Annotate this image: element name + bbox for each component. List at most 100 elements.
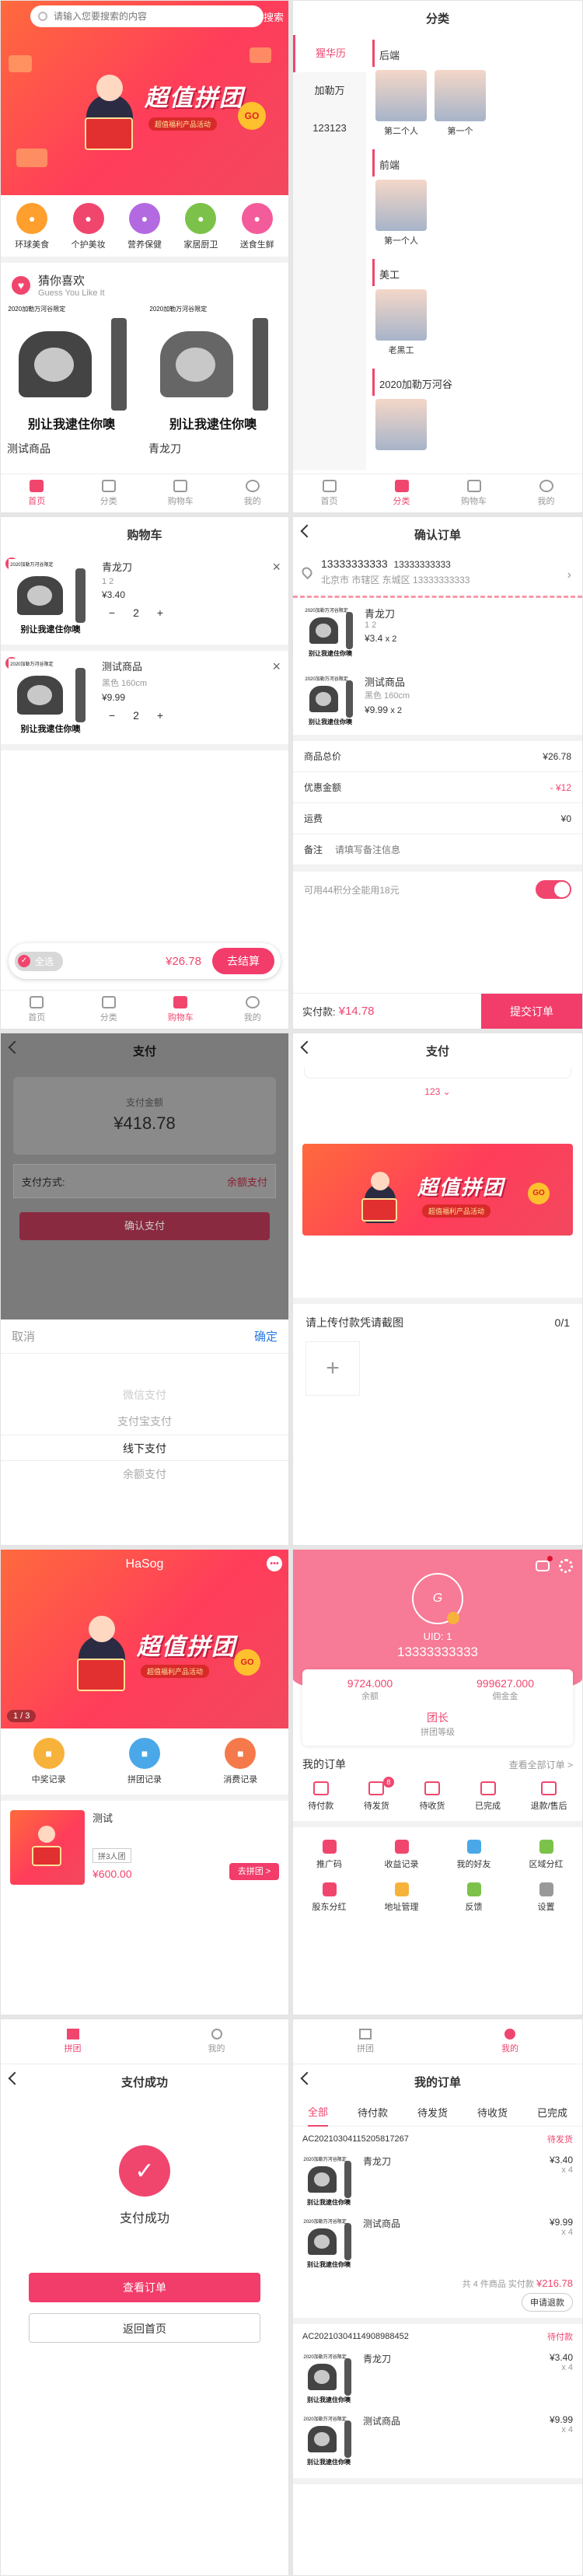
back-arrow-icon[interactable] [8,2071,22,2085]
tab-mine[interactable]: 我的 [145,2019,288,2064]
close-icon[interactable]: × [272,659,281,736]
close-icon[interactable]: × [272,559,281,637]
remark-input[interactable] [335,844,456,855]
tool-item[interactable]: 收益记录 [365,1833,438,1876]
category-shortcut[interactable]: ● 环球美食 [15,203,49,250]
tab-cart[interactable]: 购物车 [438,474,510,512]
subcategory-item[interactable]: 第一个人 [375,180,427,246]
tab-home[interactable]: 首页 [293,474,365,512]
quantity-stepper[interactable]: −2 + [102,709,272,722]
product-card[interactable]: 2020加勒万河谷限定 别让我逮住你噢 青龙刀 [147,302,279,463]
collapsed-field [304,1068,571,1078]
tab-category[interactable]: 分类 [365,474,438,512]
order-card[interactable]: AC20210304115205817267 待发货 2020加勒万河谷限定 别让我逮… [293,2127,582,2324]
tab-mine[interactable]: 我的 [217,991,289,1029]
search-button[interactable]: 搜索 [264,9,284,24]
tool-item[interactable]: 我的好友 [438,1833,510,1876]
group-link[interactable]: ■ 中奖记录 [32,1738,66,1785]
order-tab[interactable]: 待付款 [358,2099,388,2126]
tool-item[interactable]: 地址管理 [365,1876,438,1919]
tab-group[interactable]: 拼团 [293,2019,438,2064]
submit-order-button[interactable]: 提交订单 [481,994,582,1029]
category-shortcut[interactable]: ● 个护美妆 [72,203,106,250]
quantity-value[interactable]: 2 [122,606,150,619]
left-menu-item[interactable]: 123123 [293,110,366,147]
order-tab[interactable]: 待发货 [417,2099,448,2126]
picker-ok-button[interactable]: 确定 [254,1328,278,1344]
back-arrow-icon[interactable] [8,1040,22,1054]
group-link[interactable]: ■ 消费记录 [223,1738,257,1785]
value-dropdown[interactable]: 123 ⌄ [293,1086,582,1097]
order-status-item[interactable]: 退款/售后 [531,1781,567,1812]
search-bar[interactable] [30,5,264,27]
back-arrow-icon[interactable] [300,2071,314,2085]
upload-plus-button[interactable]: + [305,1341,360,1396]
group-link[interactable]: ■ 拼团记录 [127,1738,162,1785]
picker-option-selected[interactable]: 线下支付 [1,1435,288,1461]
points-toggle[interactable] [536,880,571,899]
category-shortcut[interactable]: ● 营养保健 [127,203,162,250]
left-menu-item[interactable]: 加勒万 [293,72,366,110]
minus-button[interactable]: − [102,709,122,722]
category-shortcut[interactable]: ● 送食生鲜 [240,203,274,250]
search-input[interactable] [54,11,225,22]
tab-mine[interactable]: 我的 [217,474,289,512]
tool-item[interactable]: 股东分红 [293,1876,365,1919]
quantity-value[interactable]: 2 [122,709,150,722]
refund-button[interactable]: 申请退款 [522,2293,573,2312]
order-tab[interactable]: 已完成 [537,2099,567,2126]
order-status-item[interactable]: 待收货 [419,1781,445,1812]
tab-cart[interactable]: 购物车 [145,991,217,1029]
tab-group[interactable]: 拼团 [1,2019,145,2064]
tab-cart[interactable]: 购物车 [145,474,217,512]
tool-item[interactable]: 推广码 [293,1833,365,1876]
tab-category[interactable]: 分类 [73,991,145,1029]
picker-cancel-button[interactable]: 取消 [12,1328,35,1344]
group-product[interactable]: 测试 拼3人团 ¥600.00 去拼团 > [1,1801,288,1894]
tab-mine[interactable]: 我的 [438,2019,582,2064]
view-order-button[interactable]: 查看订单 [29,2273,260,2302]
pay-method-row[interactable]: 支付方式: 余额支付 [13,1164,276,1198]
back-home-button[interactable]: 返回首页 [29,2313,260,2343]
order-tab[interactable]: 待收货 [477,2099,508,2126]
address-card[interactable]: 13333333333 13333333333 北京市 市辖区 东城区 1333… [293,551,582,598]
quantity-stepper[interactable]: −2 + [102,606,272,619]
tab-category[interactable]: 分类 [73,474,145,512]
plus-button[interactable]: + [150,606,170,619]
checkout-button[interactable]: 去结算 [212,948,274,974]
order-status-item[interactable]: 待付款 [308,1781,333,1812]
picker-option[interactable]: 微信支付 [1,1382,288,1408]
left-menu-item[interactable]: 猩华历 [293,35,366,72]
confirm-pay-button[interactable]: 确认支付 [19,1212,270,1240]
tool-item[interactable]: 设置 [510,1876,582,1919]
subcategory-item[interactable] [375,399,427,453]
tool-item[interactable]: 反馈 [438,1876,510,1919]
home-banner[interactable]: 搜索 超值拼团 超值福利产品活动 GO [1,1,288,195]
order-status-item[interactable]: 已完成 [475,1781,501,1812]
back-arrow-icon[interactable] [300,1040,314,1054]
join-group-button[interactable]: 去拼团 > [229,1863,279,1880]
order-status-item[interactable]: 8 待发货 [364,1777,394,1812]
picker-option[interactable]: 支付宝支付 [1,1408,288,1435]
tool-item[interactable]: 区域分红 [510,1833,582,1876]
category-shortcut[interactable]: ● 家居厨卫 [183,203,218,250]
minus-button[interactable]: − [102,606,122,619]
subcategory-item[interactable]: 第一个 [435,70,486,137]
view-all-orders-link[interactable]: 查看全部订单 > [509,1758,573,1771]
tab-home[interactable]: 首页 [1,474,73,512]
more-icon[interactable]: ••• [267,1556,282,1571]
subcategory-item[interactable]: 老黑工 [375,289,427,356]
product-card[interactable]: 2020加勒万河谷限定 别让我逮住你噢 测试商品 [5,302,138,463]
message-icon[interactable] [536,1561,550,1571]
order-card[interactable]: AC20210304114908988452 待付款 2020加勒万河谷限定 别让我逮… [293,2324,582,2484]
tab-home[interactable]: 首页 [1,991,73,1029]
order-tab[interactable]: 全部 [307,2098,328,2127]
group-banner[interactable]: HaSog ••• 超值拼团 超值福利产品活动 GO 1 / 3 [1,1550,288,1728]
back-arrow-icon[interactable] [300,524,314,538]
select-all[interactable]: ✓ 全选 [15,951,64,971]
tab-mine[interactable]: 我的 [510,474,582,512]
picker-option[interactable]: 余额支付 [1,1461,288,1487]
settings-icon[interactable] [559,1559,573,1573]
subcategory-item[interactable]: 第二个人 [375,70,427,137]
plus-button[interactable]: + [150,709,170,722]
